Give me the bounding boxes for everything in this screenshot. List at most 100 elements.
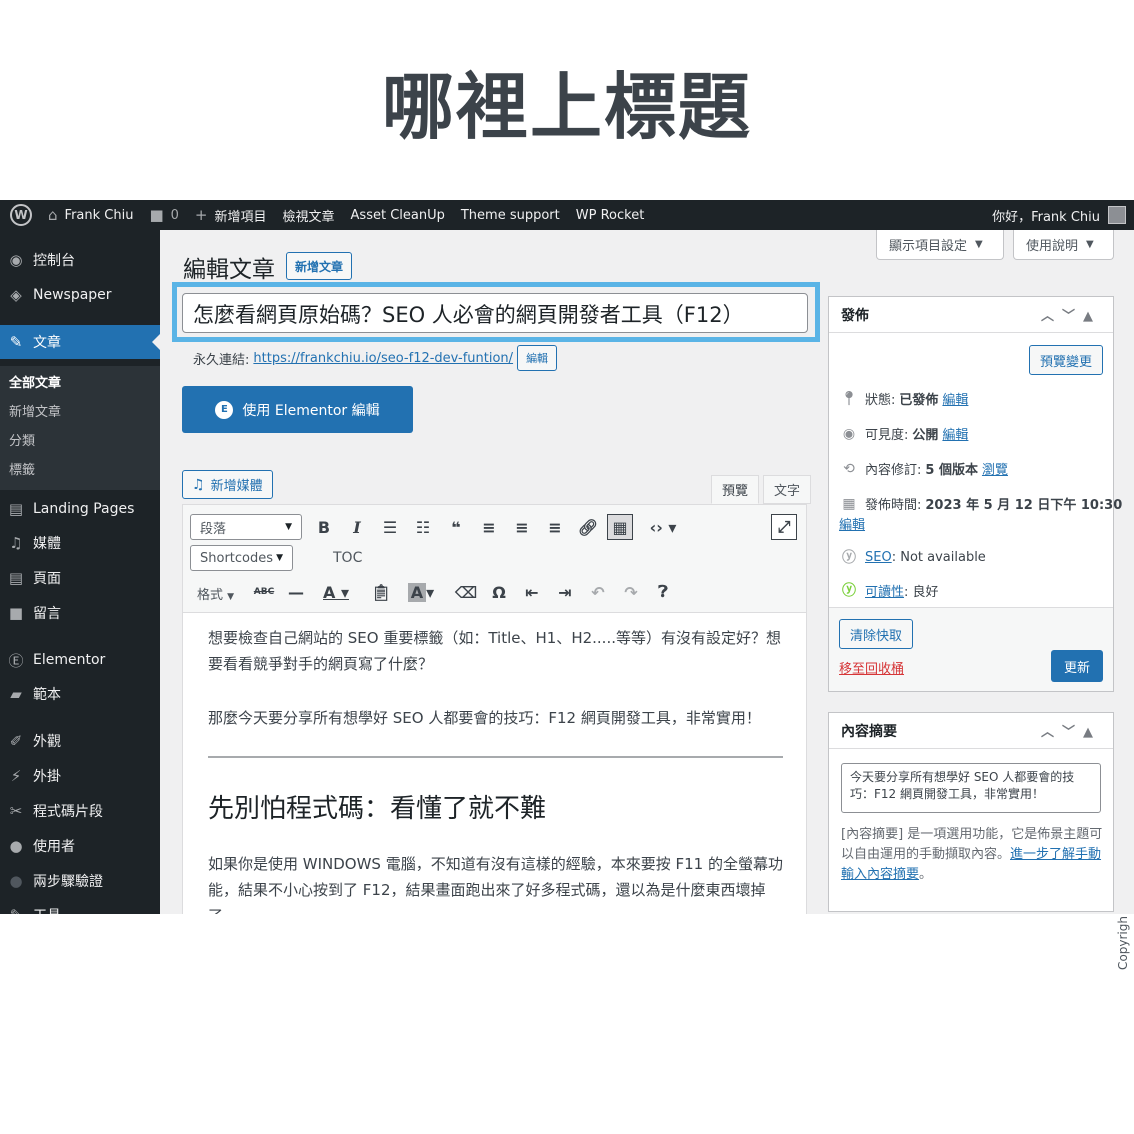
submenu-tags[interactable]: 標籤 bbox=[9, 459, 35, 478]
page-heading: 哪裡上標題 bbox=[381, 65, 752, 149]
help-label: 使用說明 bbox=[1026, 239, 1079, 254]
plus-icon: + bbox=[194, 206, 208, 224]
numbered-list-button[interactable]: ☷ bbox=[410, 514, 436, 540]
account-menu[interactable]: 你好，Frank Chiu bbox=[984, 200, 1100, 230]
submenu-add-new[interactable]: 新增文章 bbox=[9, 401, 61, 420]
sidebar-item-landing-pages[interactable]: ▤ Landing Pages bbox=[0, 492, 160, 526]
status-edit-link[interactable]: 編輯 bbox=[942, 389, 968, 408]
sidebar-item-posts[interactable]: ✎ 文章 bbox=[0, 325, 160, 359]
excerpt-box-header: 內容摘要 ︿﹀▲ bbox=[829, 713, 1113, 749]
help-circle-icon[interactable]: ❓︎ bbox=[650, 579, 676, 605]
indent-button[interactable]: ⇥ bbox=[552, 579, 578, 605]
blockquote-button[interactable]: ❝ bbox=[443, 514, 469, 540]
bold-button[interactable]: B bbox=[311, 514, 337, 540]
permalink-edit-button[interactable]: 編輯 bbox=[517, 345, 558, 371]
yoast-seo-icon: ⓨ bbox=[842, 550, 856, 566]
shortcodes-select[interactable]: Shortcodes ▼ bbox=[190, 545, 293, 571]
move-to-trash-link[interactable]: 移至回收桶 bbox=[839, 658, 904, 677]
strikethrough-button[interactable]: ABC bbox=[251, 579, 277, 605]
align-right-button[interactable]: ≡ bbox=[542, 514, 568, 540]
sidebar-item-newspaper[interactable]: ◈ Newspaper bbox=[0, 278, 160, 312]
preview-changes-button[interactable]: 預覽變更 bbox=[1028, 345, 1103, 375]
new-item-label: 新增項目 bbox=[214, 209, 267, 225]
new-item-menu[interactable]: + 新增項目 bbox=[187, 200, 275, 230]
clear-cache-button[interactable]: 清除快取 bbox=[839, 619, 914, 649]
add-media-button[interactable]: ♫ 新增媒體 bbox=[182, 470, 273, 499]
link-button[interactable]: 🔗︎ bbox=[575, 514, 601, 540]
caret-down-icon: ▼ bbox=[227, 592, 235, 602]
sidebar-item-elementor[interactable]: Ⓔ Elementor bbox=[0, 643, 160, 677]
seo-link[interactable]: SEO bbox=[865, 550, 892, 565]
special-character-button[interactable]: Ω bbox=[486, 579, 512, 605]
permalink-url-link[interactable]: https://frankchiu.io/seo-f12-dev-funtion… bbox=[253, 351, 513, 366]
comments-link[interactable]: ■ 0 bbox=[141, 200, 186, 230]
sidebar-item-users[interactable]: ● 使用者 bbox=[0, 829, 160, 863]
sidebar-item-comments[interactable]: ■ 留言 bbox=[0, 596, 160, 630]
post-title-input[interactable]: 怎麼看網頁原始碼？SEO 人必會的網頁開發者工具（F12） bbox=[182, 293, 808, 333]
text-color-button[interactable]: A ▾ bbox=[316, 579, 356, 605]
background-color-button[interactable]: A ▾ bbox=[401, 579, 441, 605]
theme-support-menu[interactable]: Theme support bbox=[453, 200, 568, 230]
wp-rocket-menu[interactable]: WP Rocket bbox=[568, 200, 653, 230]
toolbar-toggle-button[interactable]: ▦ bbox=[607, 514, 633, 540]
sidebar-item-plugins[interactable]: ⚡ 外掛 bbox=[0, 759, 160, 793]
outdent-button[interactable]: ⇤ bbox=[519, 579, 545, 605]
sidebar-item-dashboard[interactable]: ◉ 控制台 bbox=[0, 243, 160, 277]
media-icon: ♫ bbox=[9, 534, 23, 552]
sidebar-item-tools[interactable]: ✎ 工具 bbox=[0, 898, 160, 914]
update-button[interactable]: 更新 bbox=[1050, 650, 1103, 682]
sidebar-label: 外掛 bbox=[33, 769, 61, 785]
redo-button[interactable]: ↷ bbox=[618, 579, 644, 605]
published-edit-link[interactable]: 編輯 bbox=[839, 514, 865, 533]
sidebar-item-code-snippets[interactable]: ✂ 程式碼片段 bbox=[0, 794, 160, 828]
clear-formatting-button[interactable]: ⌫ bbox=[453, 579, 479, 605]
paste-text-button[interactable]: 📋︎ bbox=[368, 579, 394, 605]
sidebar-item-templates[interactable]: ▰ 範本 bbox=[0, 677, 160, 711]
visibility-label: 可見度: bbox=[865, 428, 909, 443]
sidebar-label: 控制台 bbox=[33, 253, 75, 269]
help-button[interactable]: 使用說明 ▼ bbox=[1013, 230, 1114, 260]
copyright-watermark: Copyrigh bbox=[1116, 916, 1130, 970]
visibility-edit-link[interactable]: 編輯 bbox=[942, 424, 968, 443]
sidebar-label: Landing Pages bbox=[33, 501, 135, 517]
sidebar-item-appearance[interactable]: ✐ 外觀 bbox=[0, 724, 160, 758]
edit-with-elementor-button[interactable]: E 使用 Elementor 編輯 bbox=[182, 386, 413, 433]
sidebar-item-media[interactable]: ♫ 媒體 bbox=[0, 526, 160, 560]
align-center-button[interactable]: ≡ bbox=[509, 514, 535, 540]
box-move-controls-icon[interactable]: ︿﹀▲ bbox=[1041, 305, 1101, 324]
bullet-list-button[interactable]: ☰ bbox=[377, 514, 403, 540]
sidebar-label: Newspaper bbox=[33, 287, 112, 303]
align-left-button[interactable]: ≡ bbox=[476, 514, 502, 540]
permalink-row: 永久連結: https://frankchiu.io/seo-f12-dev-f… bbox=[193, 345, 558, 371]
readability-value: : 良好 bbox=[904, 584, 939, 600]
greeting-label: 你好，Frank Chiu bbox=[992, 209, 1100, 225]
italic-button[interactable]: I bbox=[344, 514, 370, 540]
caret-down-icon: ▼ bbox=[276, 553, 283, 563]
undo-button[interactable]: ↶ bbox=[585, 579, 611, 605]
screen-options-button[interactable]: 顯示項目設定 ▼ bbox=[876, 230, 1004, 260]
code-button[interactable]: ‹› ▾ bbox=[643, 514, 683, 540]
toc-button[interactable]: TOC bbox=[333, 550, 362, 566]
site-name-link[interactable]: ⌂ Frank Chiu bbox=[40, 200, 141, 230]
tab-text[interactable]: 文字 bbox=[763, 475, 812, 504]
readability-link[interactable]: 可讀性 bbox=[865, 581, 904, 600]
add-new-post-button[interactable]: 新增文章 bbox=[286, 252, 353, 280]
wp-logo-menu[interactable]: W bbox=[0, 200, 40, 230]
asset-cleanup-menu[interactable]: Asset CleanUp bbox=[343, 200, 453, 230]
box-move-controls-icon[interactable]: ︿﹀▲ bbox=[1041, 721, 1101, 740]
excerpt-textarea[interactable]: 今天要分享所有想學好 SEO 人都要會的技巧：F12 網頁開發工具，非常實用！ bbox=[841, 763, 1101, 813]
format-select[interactable]: 段落 ▼ bbox=[190, 514, 302, 540]
submenu-categories[interactable]: 分類 bbox=[9, 430, 35, 449]
submenu-all-posts[interactable]: 全部文章 bbox=[9, 372, 61, 391]
format-menu-button[interactable]: 格式 ▼ bbox=[197, 584, 234, 603]
seo-row: ⓨ SEO : Not available bbox=[839, 547, 986, 567]
published-edit-row: 編輯 bbox=[839, 514, 865, 533]
sidebar-item-two-factor[interactable]: ● 兩步驟驗證 bbox=[0, 864, 160, 898]
avatar[interactable] bbox=[1108, 206, 1126, 224]
fullscreen-button[interactable]: ⤢ bbox=[771, 514, 797, 540]
sidebar-item-pages[interactable]: ▤ 頁面 bbox=[0, 561, 160, 595]
revisions-browse-link[interactable]: 瀏覽 bbox=[982, 459, 1008, 478]
tab-visual[interactable]: 預覽 bbox=[711, 475, 760, 504]
view-post-link[interactable]: 檢視文章 bbox=[275, 200, 343, 230]
horizontal-line-button[interactable]: — bbox=[283, 579, 309, 605]
